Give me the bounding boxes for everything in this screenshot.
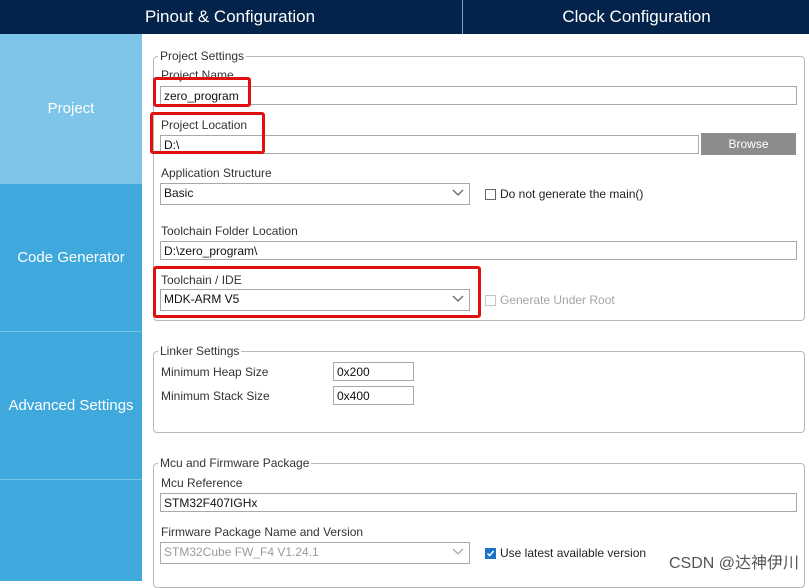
generate-under-root-label: Generate Under Root [500,293,615,307]
firmware-package-label: Firmware Package Name and Version [161,525,364,539]
application-structure-select[interactable]: Basic [160,183,470,205]
checkmark-icon [486,550,495,557]
application-structure-label: Application Structure [161,166,272,180]
minimum-heap-size-input[interactable]: 0x200 [333,362,414,381]
toolchain-ide-label: Toolchain / IDE [161,273,242,287]
toolchain-folder-label: Toolchain Folder Location [161,224,298,238]
project-settings-legend: Project Settings [158,49,247,63]
toolchain-ide-select[interactable]: MDK-ARM V5 [160,289,470,311]
do-not-generate-main-label: Do not generate the main() [500,187,644,201]
application-structure-value: Basic [164,186,194,200]
minimum-stack-size-label: Minimum Stack Size [161,389,270,403]
browse-button[interactable]: Browse [701,133,796,155]
tab-clock-configuration[interactable]: Clock Configuration [462,0,809,34]
watermark: CSDN @达神伊川 [668,555,799,572]
top-tab-bar: Pinout & Configuration Clock Configurati… [0,0,809,34]
do-not-generate-main-checkbox[interactable] [485,189,496,200]
use-latest-version-checkbox[interactable] [485,548,496,559]
linker-settings-legend: Linker Settings [158,344,242,358]
project-location-label: Project Location [161,118,248,132]
project-name-label: Project Name [161,68,234,82]
minimum-heap-size-label: Minimum Heap Size [161,365,269,379]
toolchain-ide-value: MDK-ARM V5 [164,292,240,306]
chevron-down-icon [452,548,464,555]
project-name-input[interactable]: zero_program [160,86,797,105]
project-location-input[interactable]: D:\ [160,135,699,154]
chevron-down-icon [452,295,464,302]
minimum-stack-size-input[interactable]: 0x400 [333,386,414,405]
sidebar: Project Code Generator Advanced Settings [0,34,142,581]
sidebar-empty-area [0,480,142,581]
firmware-package-select[interactable]: STM32Cube FW_F4 V1.24.1 [160,542,470,564]
sidebar-item-project[interactable]: Project [0,34,142,184]
use-latest-version-label: Use latest available version [500,546,647,560]
mcu-reference-label: Mcu Reference [161,476,243,490]
mcu-reference-input[interactable]: STM32F407IGHx [160,493,797,512]
tab-pinout-configuration[interactable]: Pinout & Configuration [0,0,460,34]
generate-under-root-checkbox[interactable] [485,295,496,306]
toolchain-folder-input[interactable]: D:\zero_program\ [160,241,797,260]
chevron-down-icon [452,189,464,196]
sidebar-item-code-generator[interactable]: Code Generator [0,184,142,332]
firmware-package-value: STM32Cube FW_F4 V1.24.1 [164,545,319,559]
sidebar-item-advanced-settings[interactable]: Advanced Settings [0,332,142,480]
mcu-firmware-legend: Mcu and Firmware Package [158,456,312,470]
